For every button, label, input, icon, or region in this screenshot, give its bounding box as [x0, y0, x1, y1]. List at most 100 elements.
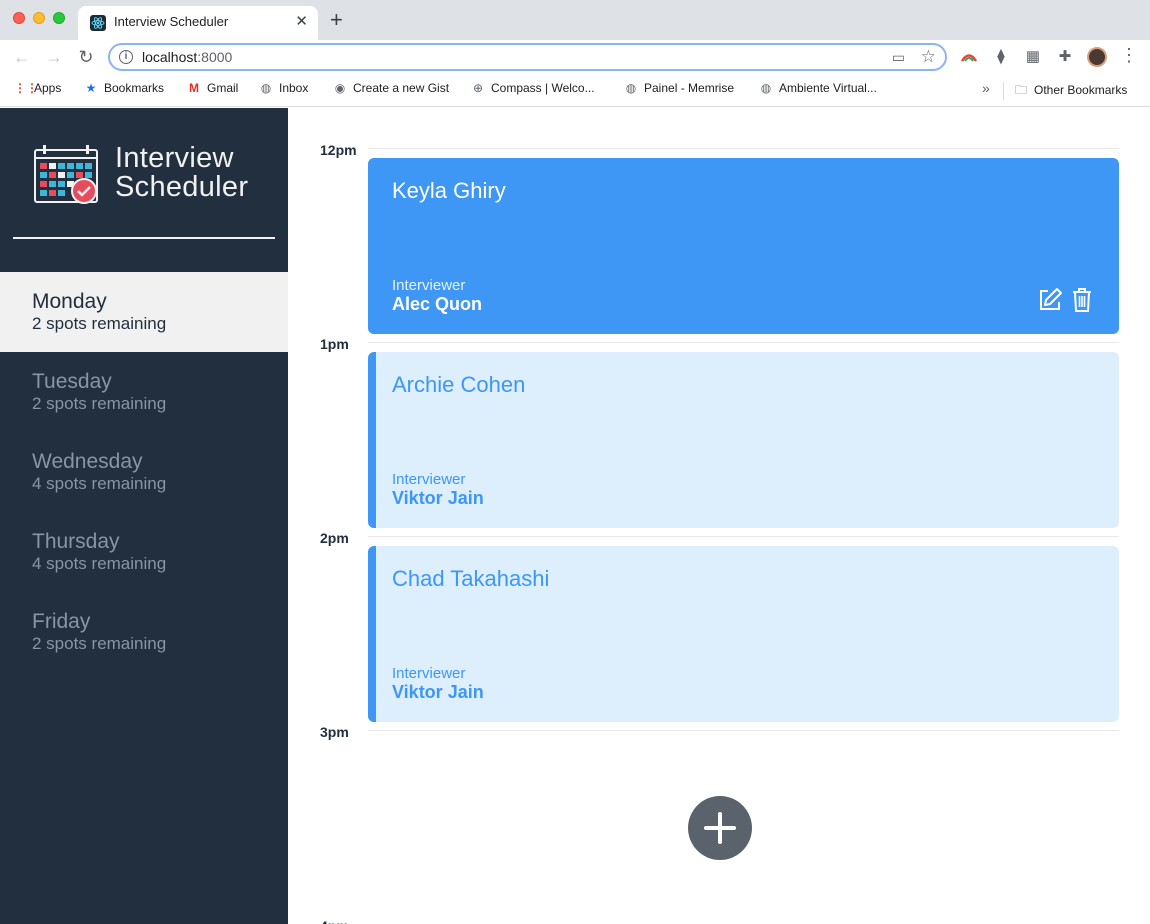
day-spots: 2 spots remaining — [32, 394, 167, 413]
back-arrow-icon[interactable]: ← — [10, 45, 34, 69]
edit-icon[interactable] — [1037, 287, 1063, 313]
sidebar: Interview Scheduler Monday 2 spots remai… — [0, 108, 288, 924]
bookmarks-bar: ⋮⋮Apps ★ Bookmarks M Gmail ◍ Inbox ◉ Create … — [0, 74, 1150, 107]
maximize-window-button[interactable] — [53, 12, 65, 24]
puzzle-extensions-icon[interactable]: ✚ — [1056, 48, 1074, 66]
react-favicon-icon — [90, 15, 106, 31]
interviewer-label: Interviewer — [392, 471, 466, 488]
gmail-icon: M — [189, 81, 199, 95]
schedule: 12pm Keyla Ghiry Interviewer Alec Quon 1… — [289, 108, 1150, 924]
bookmark-memrise[interactable]: ◍ Painel - Memrise — [624, 81, 734, 95]
day-spots: 2 spots remaining — [32, 314, 167, 333]
github-icon: ◉ — [334, 81, 346, 95]
day-item-wednesday[interactable]: Wednesday 4 spots remaining — [0, 432, 288, 512]
site-info-icon[interactable]: i — [119, 50, 133, 64]
interviewer-label: Interviewer — [392, 665, 466, 682]
apps-grid-icon: ⋮⋮ — [14, 81, 38, 95]
globe-icon: ◍ — [625, 81, 637, 95]
more-bookmarks-chevron-icon[interactable]: » — [982, 80, 990, 96]
url-text[interactable]: localhost:8000 — [142, 49, 232, 65]
bookmark-gist[interactable]: ◉ Create a new Gist — [333, 81, 449, 95]
compass-icon: ⊕ — [472, 81, 484, 95]
bookmark-gmail[interactable]: M Gmail — [187, 81, 238, 95]
appointment-keyla-ghiry[interactable]: Keyla Ghiry Interviewer Alec Quon — [368, 158, 1119, 334]
reload-icon[interactable]: ↻ — [74, 45, 98, 69]
close-window-button[interactable] — [13, 12, 25, 24]
hour-label-4pm: 4pm — [320, 918, 349, 924]
hour-divider — [368, 342, 1119, 343]
bookmark-ambiente[interactable]: ◍ Ambiente Virtual... — [759, 81, 877, 95]
bookmark-bookmarks[interactable]: ★ Bookmarks — [84, 81, 164, 95]
browser-menu-icon[interactable]: ⋮ — [1120, 45, 1138, 66]
brand-line-2: Scheduler — [115, 171, 249, 203]
brand-line-1: Interview — [115, 142, 234, 174]
bookmarks-divider — [1003, 82, 1004, 100]
day-name: Thursday — [32, 530, 120, 553]
day-item-thursday[interactable]: Thursday 4 spots remaining — [0, 512, 288, 592]
appointment-actions — [1029, 287, 1097, 318]
globe-icon: ◍ — [760, 81, 772, 95]
bookmark-label: Bookmarks — [104, 81, 165, 95]
bookmark-apps[interactable]: ⋮⋮Apps — [14, 81, 61, 95]
bookmark-label: Gmail — [207, 81, 239, 95]
grid-extension-icon[interactable]: ▦ — [1024, 48, 1042, 66]
interviewer-name: Alec Quon — [392, 294, 483, 314]
browser-tab[interactable]: Interview Scheduler ✕ — [78, 6, 318, 40]
hour-label-3pm: 3pm — [320, 724, 349, 740]
other-bookmarks-label: Other Bookmarks — [1034, 83, 1128, 97]
browser-toolbar: ← → ↻ i localhost:8000 ▭ ☆ ⧫ ▦ ✚ ⋮ — [0, 40, 1150, 74]
interviewer-label: Interviewer — [392, 277, 466, 294]
hour-label-12pm: 12pm — [320, 142, 357, 158]
day-spots: 4 spots remaining — [32, 554, 167, 573]
interviewer-name: Viktor Jain — [392, 488, 484, 508]
hour-divider — [368, 730, 1119, 731]
bookmark-star-icon[interactable]: ☆ — [921, 47, 936, 67]
day-item-friday[interactable]: Friday 2 spots remaining — [0, 592, 288, 672]
minimize-window-button[interactable] — [33, 12, 45, 24]
add-appointment-button[interactable] — [688, 796, 752, 860]
calendar-logo-icon — [34, 144, 98, 204]
folder-icon: 🗀 — [1014, 83, 1027, 97]
day-item-tuesday[interactable]: Tuesday 2 spots remaining — [0, 352, 288, 432]
browser-tabstrip: Interview Scheduler ✕ + — [0, 0, 1150, 40]
student-name: Chad Takahashi — [392, 566, 550, 591]
url-host: localhost — [142, 49, 198, 65]
bookmark-label: Inbox — [279, 81, 309, 95]
extension-arc-icon[interactable] — [960, 48, 978, 66]
appointment-chad-takahashi[interactable]: Chad Takahashi Interviewer Viktor Jain — [368, 546, 1119, 722]
bookmark-label: Apps — [34, 81, 62, 95]
app-brand-title: Interview Scheduler — [115, 144, 248, 202]
tab-close-icon[interactable]: ✕ — [295, 12, 308, 30]
hour-divider — [368, 148, 1119, 149]
hour-label-2pm: 2pm — [320, 530, 349, 546]
bookmark-label: Create a new Gist — [353, 81, 450, 95]
trash-icon[interactable] — [1071, 287, 1097, 313]
bookmark-label: Compass | Welco... — [491, 81, 595, 95]
globe-icon: ◍ — [260, 81, 272, 95]
bookmark-label: Painel - Memrise — [644, 81, 735, 95]
other-bookmarks[interactable]: 🗀 Other Bookmarks — [1014, 81, 1127, 102]
hour-label-1pm: 1pm — [320, 336, 349, 352]
day-name: Monday — [32, 290, 107, 313]
plus-icon-vertical — [718, 812, 722, 844]
profile-avatar[interactable] — [1087, 47, 1107, 67]
new-tab-button[interactable]: + — [330, 9, 343, 31]
student-name: Keyla Ghiry — [392, 178, 506, 203]
student-name: Archie Cohen — [392, 372, 526, 397]
brand-divider — [13, 237, 275, 239]
star-icon: ★ — [85, 81, 97, 95]
install-app-icon[interactable]: ▭ — [892, 49, 905, 66]
day-name: Friday — [32, 610, 91, 633]
forward-arrow-icon[interactable]: → — [42, 45, 66, 69]
day-name: Wednesday — [32, 450, 143, 473]
bookmark-label: Ambiente Virtual... — [779, 81, 877, 95]
dropbox-icon[interactable]: ⧫ — [992, 48, 1010, 66]
address-bar[interactable]: i localhost:8000 ▭ ☆ — [108, 43, 947, 71]
day-spots: 4 spots remaining — [32, 474, 167, 493]
appointment-archie-cohen[interactable]: Archie Cohen Interviewer Viktor Jain — [368, 352, 1119, 528]
url-port: :8000 — [197, 49, 233, 65]
bookmark-compass[interactable]: ⊕ Compass | Welco... — [471, 81, 595, 95]
day-spots: 2 spots remaining — [32, 634, 167, 653]
day-item-monday[interactable]: Monday 2 spots remaining — [0, 272, 288, 352]
bookmark-inbox[interactable]: ◍ Inbox — [259, 81, 309, 95]
